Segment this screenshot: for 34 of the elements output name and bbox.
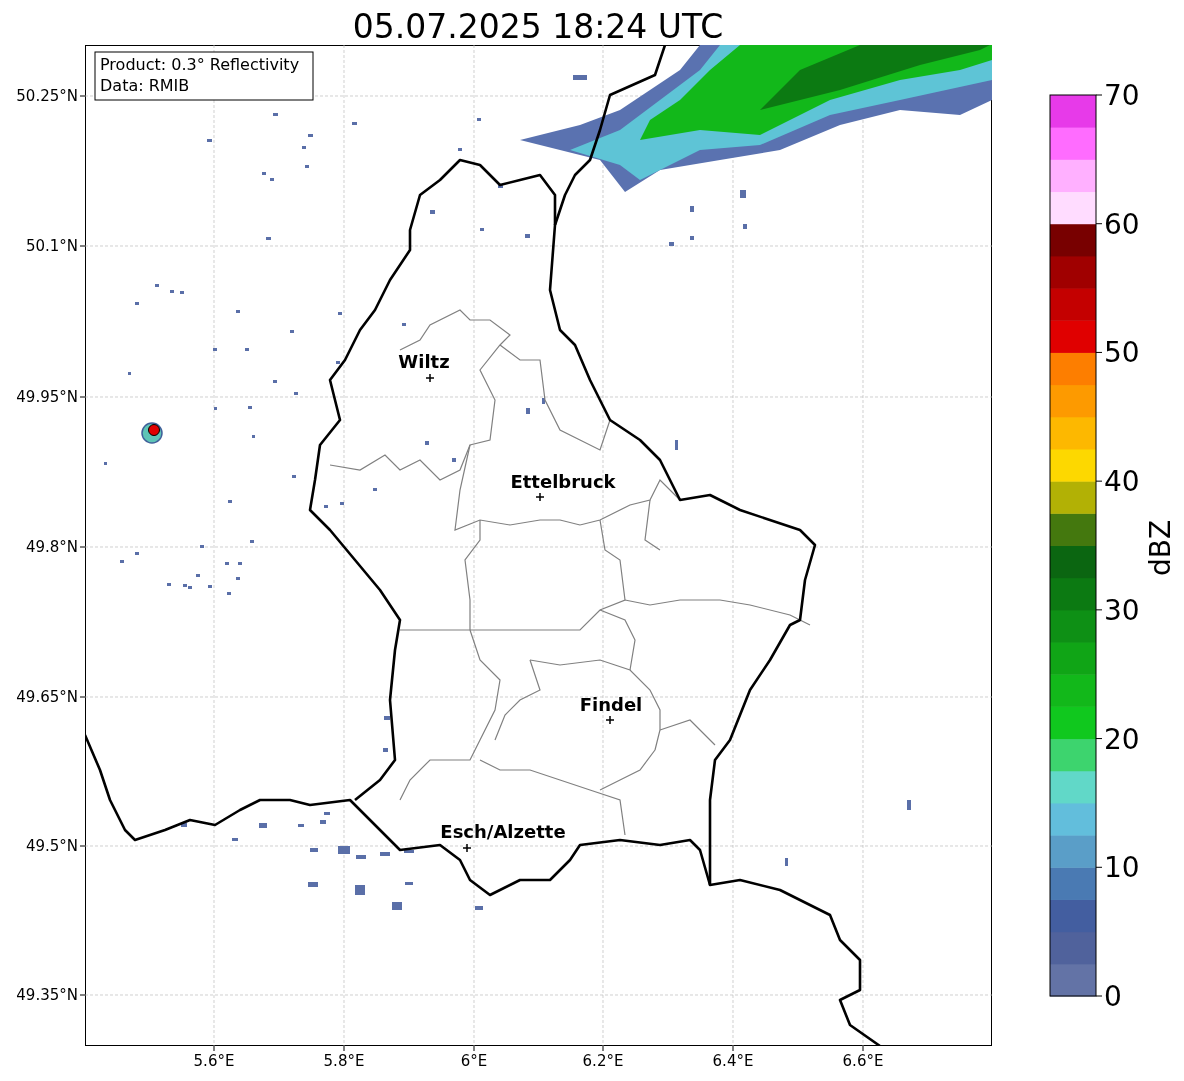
- axis-tick-label: 6.6°E: [842, 1052, 884, 1070]
- axis-tick-label: 6.2°E: [582, 1052, 624, 1070]
- axis-tick-label: 5.6°E: [193, 1052, 235, 1070]
- city-marker-icon: [535, 492, 545, 502]
- info-text: Product: 0.3° Reflectivity: [100, 55, 300, 74]
- city-label: Esch/Alzette: [440, 821, 566, 842]
- city-label: Wiltz: [398, 351, 450, 372]
- axis-tick-label: 49.8°N: [25, 538, 78, 556]
- chart-title: 05.07.2025 18:24 UTC: [352, 7, 724, 46]
- axis-tick-label: 49.35°N: [16, 986, 78, 1004]
- colorbar-tick-label: 70: [1104, 79, 1140, 112]
- axis-tick-label: 50.25°N: [16, 87, 78, 105]
- city-label: Ettelbruck: [510, 471, 616, 492]
- city-label: Findel: [579, 694, 643, 715]
- axis-tick-label: 49.5°N: [25, 837, 78, 855]
- colorbar-tick-label: 30: [1104, 593, 1140, 627]
- radar-site-icon: [141, 422, 163, 444]
- axis-tick-label: 49.95°N: [16, 388, 78, 406]
- colorbar-tick-label: 20: [1104, 722, 1140, 756]
- colorbar-tick-label: 0: [1104, 980, 1122, 1013]
- colorbar-tick-label: 50: [1104, 336, 1140, 370]
- colorbar-label: dBZ: [1144, 519, 1177, 577]
- axis-tick-label: 5.8°E: [323, 1052, 365, 1070]
- city-marker-icon: [605, 715, 615, 725]
- info-text: Data: RMIB: [100, 76, 190, 95]
- city-marker-icon: [462, 843, 472, 853]
- colorbar-tick-label: 10: [1104, 851, 1140, 885]
- axis-tick-label: 6°E: [460, 1052, 488, 1070]
- colorbar-tick-label: 60: [1104, 207, 1140, 241]
- city-marker-icon: [425, 373, 435, 383]
- axis-tick-label: 6.4°E: [712, 1052, 754, 1070]
- axis-tick-label: 49.65°N: [16, 688, 78, 706]
- colorbar-tick-label: 40: [1104, 465, 1140, 499]
- axis-tick-label: 50.1°N: [25, 237, 78, 255]
